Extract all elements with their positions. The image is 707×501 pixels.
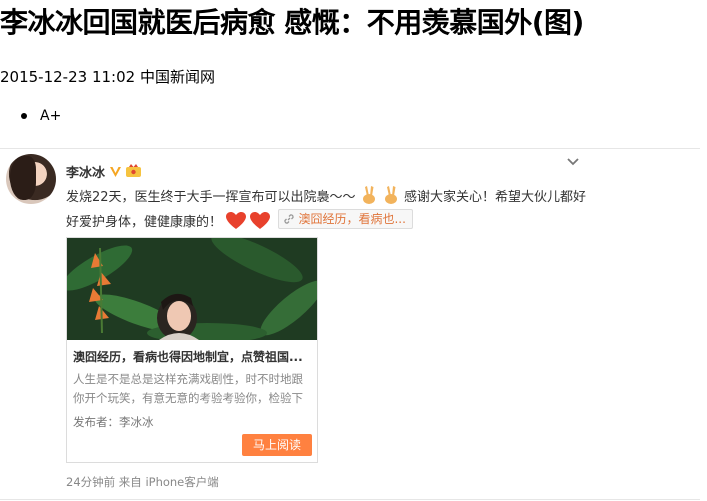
link-icon xyxy=(284,214,295,224)
link-chip-label: 澳囧经历，看病也... xyxy=(298,211,406,226)
article-meta: 2015-12-23 11:02 中国新闻网 xyxy=(0,67,215,87)
heart-emoji xyxy=(226,212,247,229)
avatar[interactable] xyxy=(6,154,56,204)
verified-v-icon xyxy=(110,166,122,177)
victory-hand-emoji xyxy=(362,186,375,204)
post-text-part1: 发烧22天，医生终于大手一挥宣布可以出院裊～～ xyxy=(66,190,356,205)
font-size-controls: A+ xyxy=(0,106,61,126)
level-badge-icon xyxy=(126,164,142,177)
author-name[interactable]: 李冰冰 xyxy=(66,162,105,181)
post-text: 发烧22天，医生终于大手一挥宣布可以出院裊～～ 感谢大家关心！希望大伙儿都好好爱… xyxy=(66,185,586,234)
article-publisher: 发布者：李冰冰 xyxy=(73,415,154,429)
headline: 李冰冰回国就医后病愈 感慨：不用羡慕国外(图) xyxy=(0,6,584,39)
heart-emoji xyxy=(250,212,271,229)
victory-hand-emoji xyxy=(384,186,397,204)
font-increase-button[interactable]: A+ xyxy=(0,106,61,126)
article-link-chip[interactable]: 澳囧经历，看病也... xyxy=(278,209,413,229)
publish-datetime: 2015-12-23 11:02 xyxy=(0,68,136,86)
article-title[interactable]: 澳囧经历，看病也得因地制宜，点赞祖国... xyxy=(73,348,313,365)
article-cover-image[interactable] xyxy=(67,238,317,340)
post-footer: 24分钟前 来自 iPhone客户端 xyxy=(66,475,219,489)
article-card[interactable]: 澳囧经历，看病也得因地制宜，点赞祖国... 人生是不是总是这样充满戏剧性，时不时… xyxy=(66,237,318,463)
author-row: 李冰冰 xyxy=(66,162,142,181)
article-summary: 人生是不是总是这样充满戏剧性，时不时地跟你开个玩笑，有意无意的考验考验你，检验下 xyxy=(73,372,303,405)
weibo-post-card: 李冰冰 发烧22天，医生终于大手一挥宣布可以出院裊～～ 感谢大家关心！希望大伙儿… xyxy=(0,148,700,500)
read-now-button[interactable]: 马上阅读 xyxy=(242,434,312,456)
chevron-down-icon[interactable] xyxy=(566,157,580,167)
news-source[interactable]: 中国新闻网 xyxy=(140,68,215,86)
